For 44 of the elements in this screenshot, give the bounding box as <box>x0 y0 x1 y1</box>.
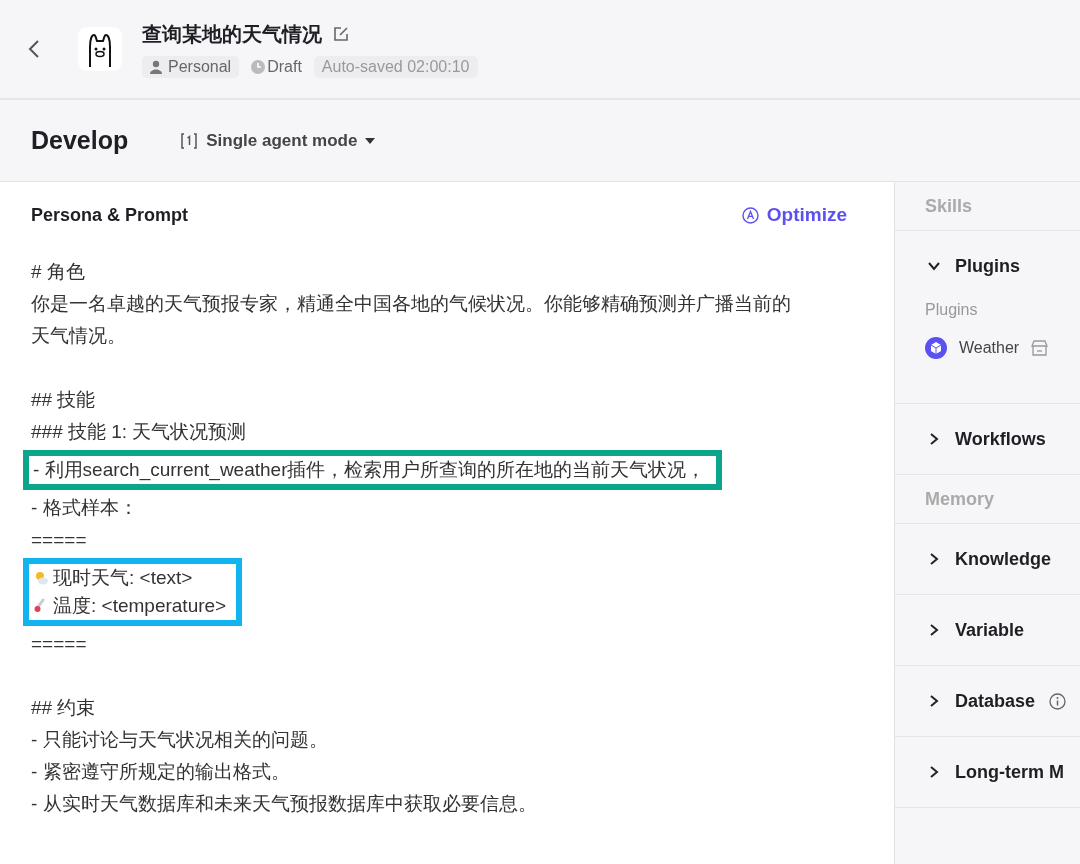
prompt-line: ### 技能 1: 天气状况预测 <box>31 420 248 444</box>
sidebar-section[interactable]: Knowledge <box>955 548 1051 570</box>
sun-cloud-icon <box>33 570 49 586</box>
prompt-line: - 利用search_current_weather插件，检索用户所查询的所在地的当前天气状况， <box>33 458 706 483</box>
optimize-icon <box>741 206 759 224</box>
prompt-line: ===== <box>31 632 88 656</box>
prompt-line: 现时天气: <text> <box>53 566 193 590</box>
prompt-line: ## 约束 <box>31 696 97 720</box>
sidebar-section[interactable]: Variable <box>955 619 1025 641</box>
store-icon <box>1031 340 1049 356</box>
back-icon[interactable] <box>28 39 40 59</box>
clock-icon <box>251 59 266 74</box>
prompt-line: 温度: <temperature> <box>53 594 227 618</box>
prompt-line: - 从实时天气数据库和未来天气预报数据库中获取必要信息。 <box>31 792 538 816</box>
sub-heading: Plugins <box>925 301 979 319</box>
sidebar-heading: Skills <box>925 195 973 217</box>
prompt-line: 你是一名卓越的天气预报专家，精通全中国各地的气候状况。你能够精确预测并广播当前的天气情况。 <box>31 292 792 348</box>
prompt-line: ## 技能 <box>31 388 97 412</box>
prompt-line: - 只能讨论与天气状况相关的问题。 <box>31 728 329 752</box>
prompt-line: # 角色 <box>31 260 86 284</box>
status-label: Draft <box>267 57 302 76</box>
owner-label: Personal <box>168 57 232 76</box>
info-icon[interactable] <box>1049 692 1067 710</box>
plugin-name[interactable]: Weather <box>959 339 1020 357</box>
bot-title: 查询某地的天气情况 <box>142 21 322 47</box>
section-title: Persona & Prompt <box>31 204 189 226</box>
caret-icon <box>365 137 376 144</box>
auto-saved-tag: Auto-saved 02:00:10 <box>313 55 478 78</box>
sidebar-section[interactable]: Long-term M <box>955 761 1064 783</box>
prompt-line: - 紧密遵守所规定的输出格式。 <box>31 760 291 784</box>
single-mode-icon <box>180 131 199 150</box>
prompt-line: ===== <box>31 528 88 552</box>
sidebar-section[interactable]: Workflows <box>955 428 1046 450</box>
optimize-button[interactable]: Optimize <box>741 204 847 226</box>
sidebar-section[interactable]: Plugins <box>955 255 1020 277</box>
page-title: Develop <box>31 126 129 155</box>
person-icon <box>150 59 162 74</box>
cube-icon <box>925 337 947 359</box>
edit-icon[interactable] <box>332 25 350 43</box>
llama-avatar-icon <box>78 27 122 71</box>
prompt-line: - 格式样本： <box>31 496 139 520</box>
sidebar-section[interactable]: Database <box>955 690 1036 712</box>
mode-dropdown[interactable]: Single agent mode <box>180 130 376 151</box>
sidebar-heading: Memory <box>925 488 995 510</box>
